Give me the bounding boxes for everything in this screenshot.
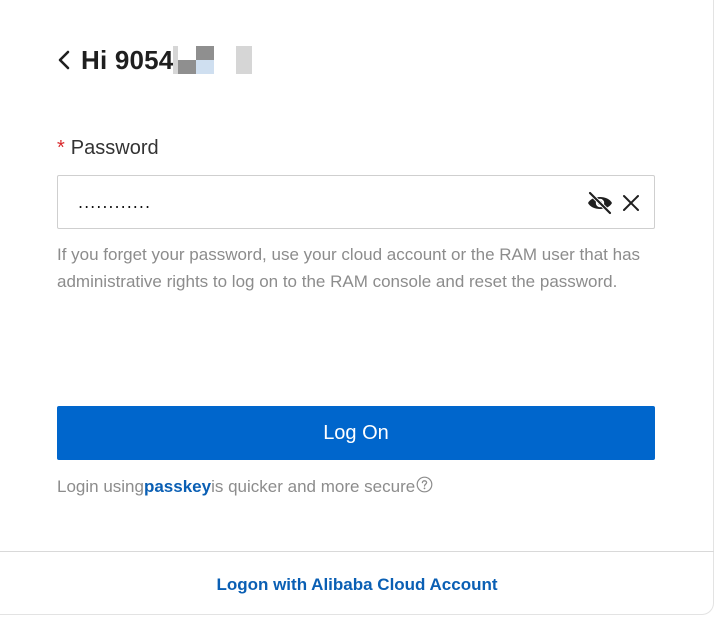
back-button[interactable] [57, 40, 71, 80]
password-field [57, 175, 655, 230]
question-circle-icon[interactable] [416, 476, 433, 498]
log-on-button[interactable]: Log On [57, 406, 655, 460]
greeting-title: Hi 9054 [81, 44, 174, 75]
login-card: Hi 9054 * Password ............ If you f… [0, 0, 714, 615]
password-label-text: Password [70, 137, 159, 159]
toggle-visibility-button[interactable] [586, 190, 614, 216]
masked-username [173, 46, 253, 74]
clear-input-button[interactable] [620, 192, 642, 214]
password-label: * Password [57, 137, 159, 160]
close-icon [623, 195, 639, 211]
password-hint: If you forget your password, use your cl… [57, 245, 641, 291]
passkey-link[interactable]: passkey [144, 477, 211, 497]
eye-off-icon [588, 191, 612, 215]
passkey-suffix: is quicker and more secure [211, 477, 416, 496]
chevron-left-icon [58, 50, 70, 70]
passkey-prompt: Login using passkey is quicker and more se… [57, 475, 433, 499]
header: Hi 9054 [57, 40, 253, 80]
alibaba-cloud-account-link[interactable]: Logon with Alibaba Cloud Account [0, 575, 714, 595]
footer-divider [0, 551, 714, 552]
password-input[interactable] [76, 176, 580, 230]
required-mark: * [57, 137, 65, 159]
passkey-prefix: Login using [57, 477, 144, 496]
